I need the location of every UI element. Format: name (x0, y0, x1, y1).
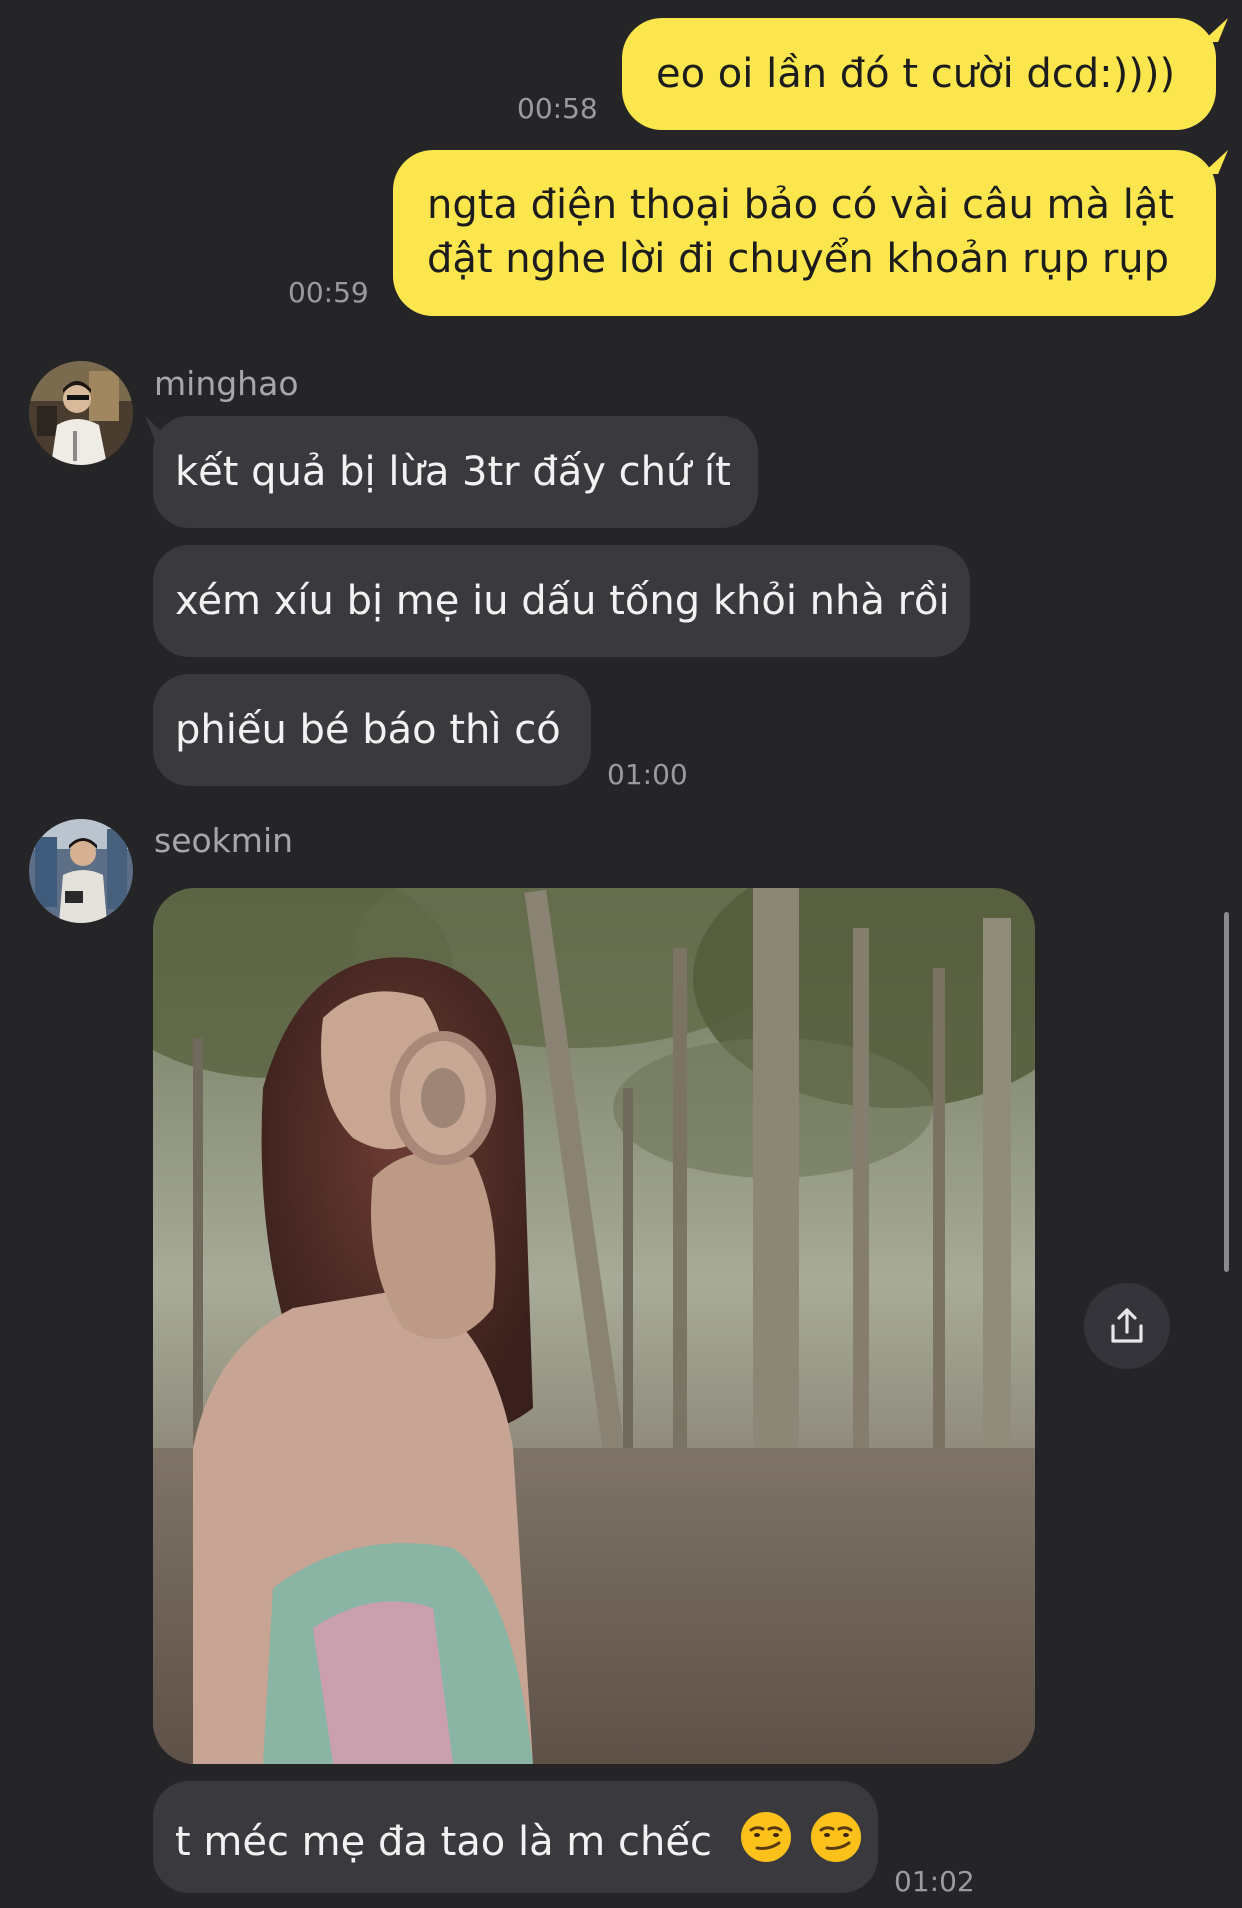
message-text: eo oi lần đó t cười dcd:)))) (656, 51, 1176, 97)
outgoing-message-bubble[interactable]: ngta điện thoại bảo có vài câu mà lật đậ… (393, 150, 1216, 316)
bubble-tail (1202, 18, 1228, 42)
share-button[interactable] (1084, 1283, 1170, 1369)
timestamp: 00:58 (517, 92, 598, 125)
share-icon (1111, 1308, 1143, 1343)
outgoing-message-bubble[interactable]: eo oi lần đó t cười dcd:)))) (622, 18, 1216, 130)
timestamp: 01:00 (607, 758, 688, 791)
incoming-message-bubble[interactable]: phiếu bé báo thì có (153, 674, 591, 786)
timestamp: 01:02 (894, 1865, 975, 1898)
timestamp: 00:59 (288, 276, 369, 309)
smirking-face-emoji (809, 1810, 863, 1878)
incoming-message-bubble[interactable]: kết quả bị lừa 3tr đấy chứ ít (153, 416, 758, 528)
message-text: phiếu bé báo thì có (175, 707, 561, 753)
incoming-message-bubble[interactable]: xém xíu bị mẹ iu dấu tống khỏi nhà rồi (153, 545, 970, 657)
smirking-face-emoji (739, 1810, 793, 1878)
media-attachment[interactable] (153, 888, 1035, 1764)
avatar-minghao[interactable] (29, 361, 133, 465)
video-thumbnail (153, 888, 1035, 1764)
scrollbar-thumb[interactable] (1224, 912, 1229, 1272)
sender-name: seokmin (154, 821, 294, 860)
message-text: kết quả bị lừa 3tr đấy chứ ít (175, 449, 731, 495)
avatar-seokmin[interactable] (29, 819, 133, 923)
message-text-line: ngta điện thoại bảo có vài câu mà lật (427, 182, 1175, 228)
avatar-photo (29, 361, 133, 465)
bubble-tail (1202, 150, 1228, 174)
incoming-message-bubble[interactable]: t méc mẹ đa tao là m chếc (153, 1781, 878, 1893)
message-text: t méc mẹ đa tao là m chếc (175, 1819, 712, 1865)
message-text-line: đật nghe lời đi chuyển khoản rụp rụp (427, 236, 1170, 282)
sender-name: minghao (154, 364, 299, 403)
avatar-photo (29, 819, 133, 923)
message-text: xém xíu bị mẹ iu dấu tống khỏi nhà rồi (175, 578, 950, 624)
